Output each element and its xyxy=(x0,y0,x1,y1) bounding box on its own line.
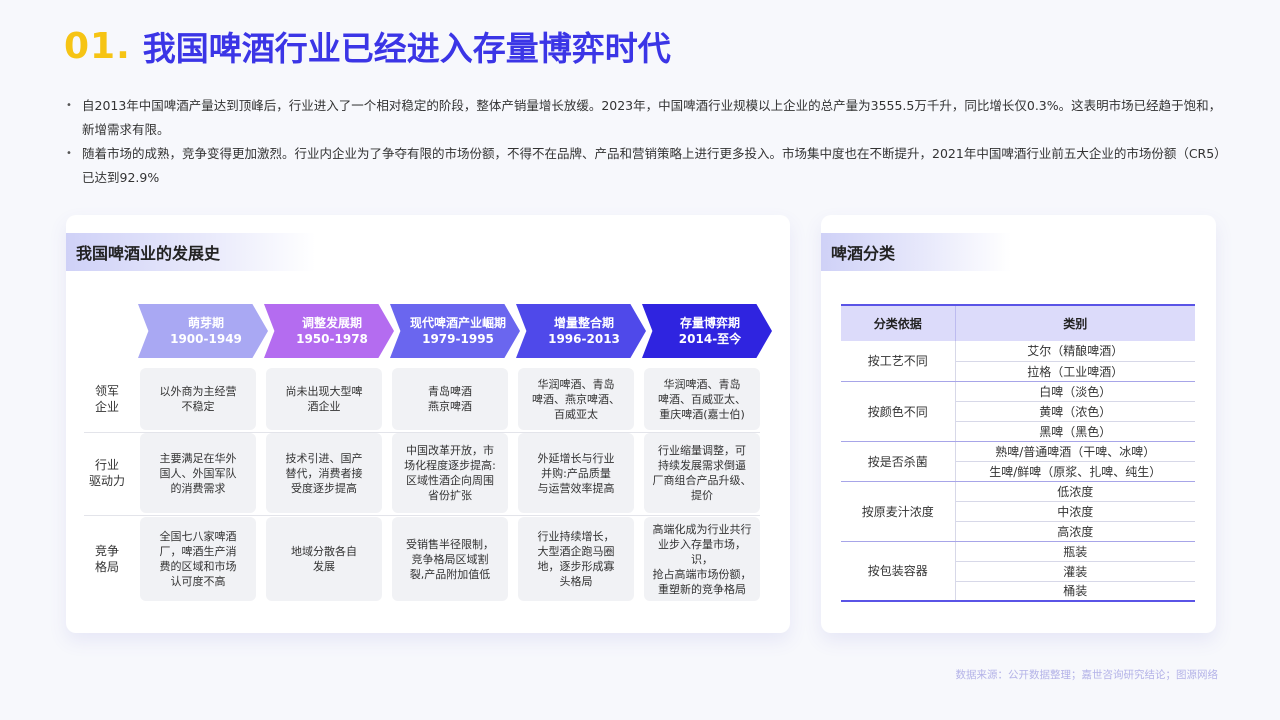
category-cell: 中浓度 xyxy=(955,501,1195,522)
history-cell: 青岛啤酒 燕京啤酒 xyxy=(392,368,508,430)
basis-cell: 按工艺不同 xyxy=(841,341,956,382)
stage-years: 1900-1949 xyxy=(170,332,242,346)
row-label: 竞争 格局 xyxy=(94,544,119,574)
page-title: 01. 我国啤酒行业已经进入存量博弈时代 xyxy=(64,20,671,72)
category-cell: 熟啤/普通啤酒（干啤、冰啤） xyxy=(955,441,1195,462)
history-cell: 地域分散各自 发展 xyxy=(266,517,382,601)
stage-arrow: 增量整合期 1996-2013 xyxy=(516,304,646,358)
source-note: 数据来源：公开数据整理；嘉世咨询研究结论；图源网络 xyxy=(955,669,1219,681)
stage-arrow: 现代啤酒产业崛期 1979-1995 xyxy=(390,304,520,358)
stage-name: 萌芽期 xyxy=(187,316,224,330)
slide: 01. 我国啤酒行业已经进入存量博弈时代 • 自2013年中国啤酒产量达到顶峰后… xyxy=(0,0,1280,720)
category-cell: 黑啤（黑色） xyxy=(955,421,1195,442)
bullet-item: • 自2013年中国啤酒产量达到顶峰后，行业进入了一个相对稳定的阶段，整体产销量… xyxy=(64,94,1224,142)
row-label: 行业 驱动力 xyxy=(88,458,125,488)
row-divider xyxy=(84,515,760,516)
stage-name: 存量博弈期 xyxy=(679,316,740,330)
stage-arrow: 萌芽期 1900-1949 xyxy=(138,304,268,358)
bullet-dot-icon: • xyxy=(66,148,72,159)
basis-cell: 按原麦汁浓度 xyxy=(841,481,956,542)
history-cell: 受销售半径限制， 竞争格局区域割 裂,产品附加值低 xyxy=(392,517,508,601)
category-cell: 高浓度 xyxy=(955,521,1195,542)
category-cell: 白啤（淡色） xyxy=(955,381,1195,402)
stage-name: 现代啤酒产业崛期 xyxy=(409,316,506,330)
history-cell: 以外商为主经营 不稳定 xyxy=(140,368,256,430)
header-category: 类别 xyxy=(955,304,1195,341)
stage-arrow: 调整发展期 1950-1978 xyxy=(264,304,394,358)
header-basis: 分类依据 xyxy=(841,304,956,341)
bullet-text: 随着市场的成熟，竞争变得更加激烈。行业内企业为了争夺有限的市场份额，不得不在品牌… xyxy=(82,146,1221,185)
category-cell: 灌装 xyxy=(955,561,1195,582)
stage-arrow: 存量博弈期 2014-至今 xyxy=(642,304,772,358)
category-cell: 黄啤（浓色） xyxy=(955,401,1195,422)
history-cell: 行业缩量调整，可 持续发展需求倒逼 厂商组合产品升级、 提价 xyxy=(644,433,760,513)
stage-years: 2014-至今 xyxy=(678,332,742,346)
row-label: 领军 企业 xyxy=(94,384,119,414)
table-row: 按颜色不同 白啤（淡色） xyxy=(841,381,1195,442)
bullet-list: • 自2013年中国啤酒产量达到顶峰后，行业进入了一个相对稳定的阶段，整体产销量… xyxy=(64,94,1224,190)
stage-years: 1950-1978 xyxy=(296,332,368,346)
history-cell: 全国七八家啤酒 厂，啤酒生产消 费的区域和市场 认可度不高 xyxy=(140,517,256,601)
stage-years: 1996-2013 xyxy=(548,332,620,346)
history-cell: 华润啤酒、青岛 啤酒、燕京啤酒、 百威亚太 xyxy=(518,368,634,430)
classification-card: 啤酒分类 分类依据 类别 按工艺不同 艾尔（精酿啤酒） 拉格（工业啤酒） 按颜色不同白… xyxy=(821,215,1216,633)
bullet-text: 自2013年中国啤酒产量达到顶峰后，行业进入了一个相对稳定的阶段，整体产销量增长… xyxy=(82,98,1222,137)
table-header-row: 分类依据 类别 xyxy=(841,304,1195,341)
history-cell: 高端化成为行业共行 业步入存量市场，识， 抢占高端市场份额， 重塑新的竞争格局 xyxy=(644,517,760,601)
classification-heading: 啤酒分类 xyxy=(821,233,1011,271)
table-row: 按工艺不同 艾尔（精酿啤酒） xyxy=(841,341,1195,382)
history-cell: 行业持续增长， 大型酒企跑马圈 地，逐步形成寡 头格局 xyxy=(518,517,634,601)
basis-cell: 按颜色不同 xyxy=(841,381,956,442)
history-heading: 我国啤酒业的发展史 xyxy=(66,233,316,271)
history-cell: 中国改革开放，市 场化程度逐步提高: 区域性酒企向周围 省份扩张 xyxy=(392,433,508,513)
history-cell: 外延增长与行业 并购:产品质量 与运营效率提高 xyxy=(518,433,634,513)
table-row: 按包装容器 瓶装 xyxy=(841,541,1195,602)
title-text: 我国啤酒行业已经进入存量博弈时代 xyxy=(142,29,671,68)
category-cell: 艾尔（精酿啤酒） xyxy=(955,341,1195,362)
history-cell: 主要满足在华外 国人、外国军队 的消费需求 xyxy=(140,433,256,513)
history-cell: 尚未出现大型啤 酒企业 xyxy=(266,368,382,430)
category-cell: 桶装 xyxy=(955,581,1195,602)
basis-cell: 按包装容器 xyxy=(841,541,956,602)
category-cell: 低浓度 xyxy=(955,481,1195,502)
history-cell: 华润啤酒、青岛 啤酒、百威亚太、 重庆啤酒(嘉士伯) xyxy=(644,368,760,430)
timeline: 萌芽期 1900-1949 调整发展期 1950-1978 现代啤酒产业崛期 1979-1… xyxy=(138,304,772,358)
table-row: 按原麦汁浓度 低浓度 xyxy=(841,481,1195,542)
basis-cell: 按是否杀菌 xyxy=(841,441,956,482)
category-cell: 拉格（工业啤酒） xyxy=(955,361,1195,382)
history-cell: 技术引进、国产 替代，消费者接 受度逐步提高 xyxy=(266,433,382,513)
table-row: 按是否杀菌 熟啤/普通啤酒（干啤、冰啤） xyxy=(841,441,1195,482)
stage-name: 增量整合期 xyxy=(553,316,614,330)
history-card: 我国啤酒业的发展史 萌芽期 1900-1949 调整发展期 1950-1978 现代啤酒… xyxy=(66,215,790,633)
stage-years: 1979-1995 xyxy=(422,332,494,346)
classification-table: 分类依据 类别 按工艺不同 艾尔（精酿啤酒） 拉格（工业啤酒） 按颜色不同 白啤（淡色）… xyxy=(841,304,1195,602)
category-cell: 瓶装 xyxy=(955,541,1195,562)
bullet-item: • 随着市场的成熟，竞争变得更加激烈。行业内企业为了争夺有限的市场份额，不得不在… xyxy=(64,142,1224,190)
title-number: 01. xyxy=(64,25,131,67)
bullet-dot-icon: • xyxy=(66,100,72,111)
stage-name: 调整发展期 xyxy=(301,316,362,330)
category-cell: 生啤/鲜啤（原浆、扎啤、纯生） xyxy=(955,461,1195,482)
